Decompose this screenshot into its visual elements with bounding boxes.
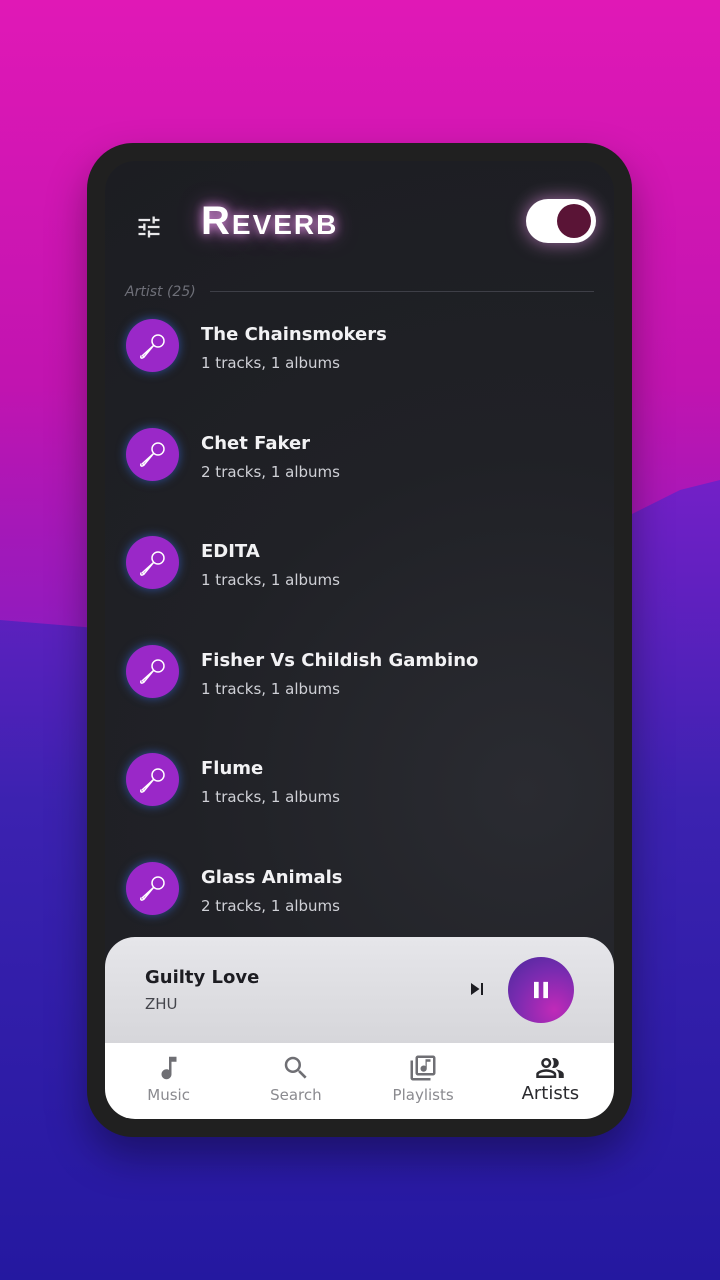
artist-name: Chet Faker [201, 432, 311, 454]
people-icon [536, 1058, 565, 1078]
artist-meta: 2 tracks, 1 albums [201, 896, 340, 915]
app-screen: Reverb Artist (25) The Chainsmokers 1 tr… [105, 161, 614, 1119]
artist-name: Glass Animals [201, 866, 343, 888]
nav-label-search: Search [270, 1086, 322, 1104]
artist-name: Flume [201, 758, 264, 780]
app-logo: Reverb [201, 199, 339, 243]
artist-avatar [126, 644, 179, 698]
microphone-icon [139, 550, 165, 576]
artist-row[interactable]: Flume 1 tracks, 1 albums [105, 745, 614, 854]
artist-meta: 2 tracks, 1 albums [201, 462, 340, 481]
nav-label-playlists: Playlists [392, 1086, 454, 1104]
now-playing-artist: ZHU [145, 995, 178, 1013]
artist-avatar [126, 427, 179, 481]
toggle-knob [557, 204, 591, 238]
microphone-icon [139, 768, 165, 793]
nav-label-music: Music [147, 1086, 190, 1104]
microphone-icon [139, 876, 165, 902]
microphone-icon [139, 333, 165, 359]
artist-avatar [126, 536, 179, 590]
bottom-navigation: Music Search Playlists Artists [105, 1043, 614, 1119]
skip-next-icon[interactable] [465, 977, 489, 1001]
microphone-icon [139, 659, 165, 685]
nav-label-artists: Artists [521, 1083, 580, 1104]
section-label: Artist (25) [125, 284, 196, 300]
artist-meta: 1 tracks, 1 albums [201, 679, 340, 698]
phone-frame: Reverb Artist (25) The Chainsmokers 1 tr… [87, 143, 632, 1137]
artist-avatar [126, 319, 179, 372]
artist-avatar [126, 753, 179, 807]
library-music-icon [410, 1055, 436, 1081]
nav-item-playlists[interactable]: Playlists [360, 1043, 487, 1119]
artist-avatar [126, 861, 179, 915]
artist-list: The Chainsmokers 1 tracks, 1 albums Chet… [105, 311, 614, 963]
app-header: Reverb [105, 161, 614, 281]
pause-icon [534, 981, 548, 999]
section-divider [210, 291, 594, 292]
artist-name: EDITA [201, 541, 260, 563]
nav-item-artists[interactable]: Artists [487, 1043, 614, 1119]
artist-row[interactable]: The Chainsmokers 1 tracks, 1 albums [105, 311, 614, 420]
artist-name: The Chainsmokers [201, 324, 387, 345]
nav-item-music[interactable]: Music [105, 1043, 232, 1119]
artist-row[interactable]: EDITA 1 tracks, 1 albums [105, 528, 614, 637]
now-playing-title: Guilty Love [145, 967, 260, 988]
theme-toggle[interactable] [526, 199, 596, 243]
microphone-icon [139, 442, 165, 467]
music-note-icon [161, 1056, 177, 1080]
nav-item-search[interactable]: Search [232, 1043, 359, 1119]
pause-button[interactable] [508, 957, 574, 1023]
artist-meta: 1 tracks, 1 albums [201, 788, 340, 807]
artist-row[interactable]: Chet Faker 2 tracks, 1 albums [105, 420, 614, 529]
artist-row[interactable]: Fisher Vs Childish Gambino 1 tracks, 1 a… [105, 637, 614, 746]
search-icon [284, 1056, 307, 1079]
artist-name: Fisher Vs Childish Gambino [201, 649, 479, 671]
tune-sliders-icon[interactable] [135, 213, 163, 241]
artist-meta: 1 tracks, 1 albums [201, 354, 340, 372]
now-playing-bar[interactable]: Guilty Love ZHU [105, 937, 614, 1045]
artist-meta: 1 tracks, 1 albums [201, 571, 340, 590]
